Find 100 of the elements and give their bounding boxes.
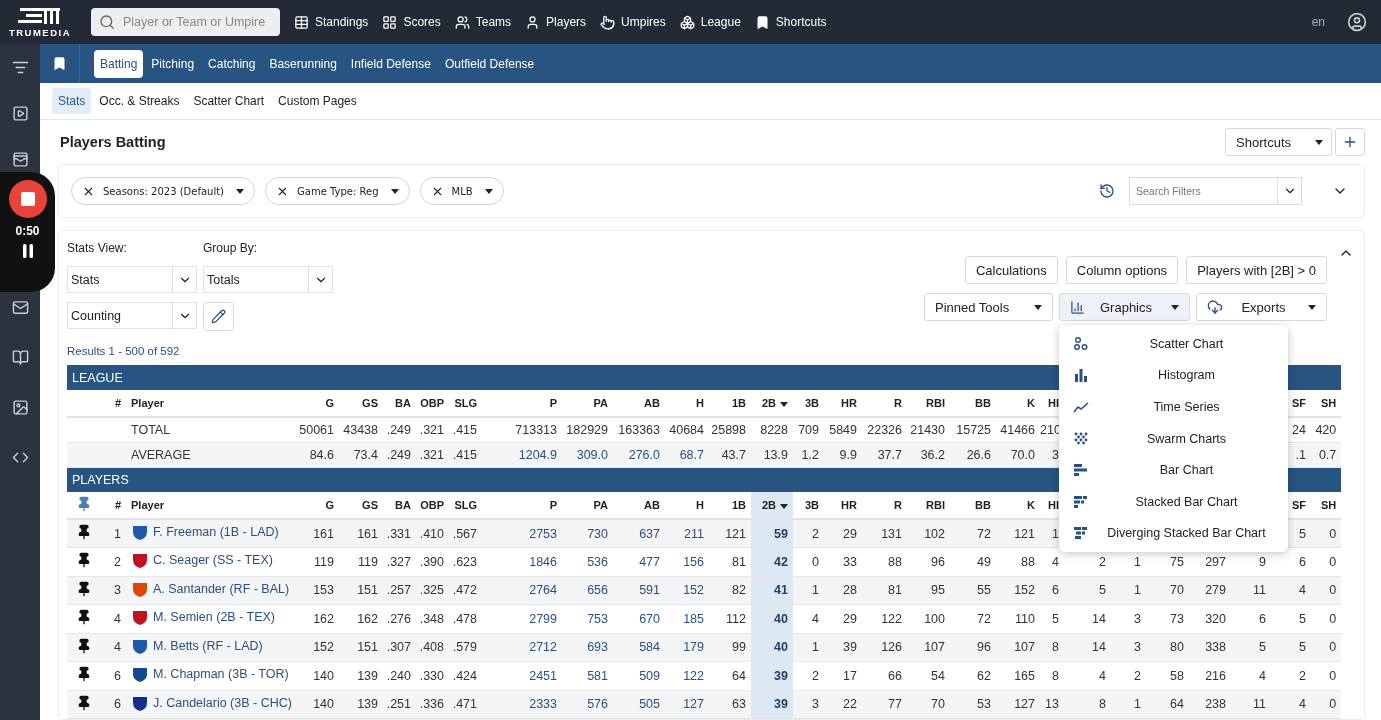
column-header[interactable]: G: [291, 390, 339, 417]
pin-icon[interactable]: [76, 609, 92, 626]
action-button[interactable]: Players with [2B] > 0: [1186, 256, 1327, 284]
filter-chip[interactable]: Game Type: Reg: [265, 177, 410, 205]
search-input[interactable]: Player or Team or Umpire: [121, 9, 272, 35]
tool-button[interactable]: Exports: [1196, 293, 1327, 321]
pause-icon[interactable]: [21, 244, 34, 258]
column-header[interactable]: R: [862, 492, 907, 519]
column-header[interactable]: AB: [613, 390, 665, 417]
pin-icon[interactable]: [76, 666, 92, 683]
column-header[interactable]: G: [291, 492, 339, 519]
player-link[interactable]: J. Candelario (3B - CHC): [131, 693, 292, 712]
add-button[interactable]: [1335, 128, 1365, 156]
sidebar-icon[interactable]: [11, 348, 29, 366]
pin-icon[interactable]: [76, 524, 92, 540]
column-header[interactable]: SH: [1311, 492, 1342, 519]
column-header[interactable]: K: [996, 492, 1040, 519]
pin-icon[interactable]: [76, 694, 92, 711]
language-label[interactable]: en: [1311, 15, 1325, 29]
column-header[interactable]: BB: [950, 390, 996, 417]
pin-icon[interactable]: [76, 637, 92, 654]
section-tab[interactable]: Baserunning: [263, 49, 343, 78]
nav-link[interactable]: Scores: [382, 14, 441, 30]
column-header[interactable]: 3B: [793, 390, 824, 417]
player-link[interactable]: F. Freeman (1B - LAD): [131, 523, 279, 541]
select-field[interactable]: Totals: [203, 266, 333, 293]
column-header[interactable]: AB: [613, 492, 665, 519]
player-link[interactable]: M. Chapman (3B - TOR): [131, 665, 289, 684]
search-field[interactable]: Player or Team or Umpire: [91, 8, 280, 36]
player-link[interactable]: A. Santander (RF - BAL): [131, 579, 290, 598]
pin-icon[interactable]: [76, 552, 92, 569]
shortcuts-button[interactable]: Shortcuts: [1225, 128, 1332, 156]
column-header[interactable]: GS: [339, 390, 383, 417]
table-cell: 2: [793, 519, 824, 548]
sidebar-icon[interactable]: [11, 398, 29, 416]
nav-link[interactable]: Shortcuts: [754, 14, 827, 30]
column-header[interactable]: P: [482, 390, 562, 417]
user-icon[interactable]: [1347, 12, 1367, 32]
column-header[interactable]: 1B: [709, 390, 751, 417]
filter-chip[interactable]: Seasons: 2023 (Default): [71, 177, 256, 205]
column-header[interactable]: 1B: [709, 492, 751, 519]
column-header[interactable]: BA: [383, 390, 416, 417]
column-header[interactable]: 3B: [793, 492, 824, 519]
sidebar-icon[interactable]: [11, 104, 29, 122]
column-header[interactable]: H: [665, 492, 709, 519]
sub-tab[interactable]: Scatter Chart: [187, 88, 271, 114]
section-tab[interactable]: Infield Defense: [344, 49, 437, 78]
section-tab[interactable]: Catching: [202, 49, 262, 78]
column-header[interactable]: HR: [824, 492, 862, 519]
action-button[interactable]: Column options: [1065, 256, 1179, 284]
nav-link[interactable]: Standings: [294, 14, 369, 30]
column-header[interactable]: PA: [562, 390, 613, 417]
select-field[interactable]: Stats: [67, 266, 197, 293]
column-header[interactable]: RBI: [907, 390, 950, 417]
nav-link[interactable]: Umpires: [600, 14, 666, 30]
player-link[interactable]: M. Betts (RF - LAD): [131, 636, 263, 655]
column-header[interactable]: K: [996, 390, 1040, 417]
column-header[interactable]: RBI: [907, 492, 950, 519]
column-header[interactable]: HR: [824, 390, 862, 417]
table-cell: 637: [613, 519, 665, 548]
column-header[interactable]: GS: [339, 492, 383, 519]
column-header[interactable]: BA: [383, 492, 416, 519]
edit-button[interactable]: [203, 302, 234, 331]
column-header[interactable]: OBP: [416, 390, 449, 417]
stop-button[interactable]: [8, 180, 47, 218]
sub-tab[interactable]: Stats: [52, 88, 92, 114]
action-button[interactable]: Calculations: [964, 256, 1058, 284]
filter-chip[interactable]: MLB: [419, 177, 504, 205]
sidebar-icon[interactable]: [11, 150, 29, 168]
section-tab[interactable]: Pitching: [145, 49, 201, 78]
section-tab[interactable]: Batting: [94, 49, 144, 78]
bookmark-icon[interactable]: [52, 56, 67, 71]
filter-search-field[interactable]: Search Filters: [1129, 177, 1302, 205]
menu-item[interactable]: Scatter Chart: [1059, 328, 1288, 360]
column-header[interactable]: SLG: [449, 492, 482, 519]
column-header[interactable]: 2B: [751, 390, 793, 417]
sidebar-icon[interactable]: [11, 298, 29, 316]
column-header[interactable]: OBP: [416, 492, 449, 519]
sub-tab[interactable]: Custom Pages: [272, 88, 363, 114]
reset-icon[interactable]: [1099, 183, 1115, 199]
column-header[interactable]: P: [482, 492, 562, 519]
select-field[interactable]: Counting: [67, 302, 197, 329]
column-header[interactable]: SLG: [449, 390, 482, 417]
sub-tab[interactable]: Occ. & Streaks: [93, 88, 186, 114]
column-header[interactable]: SH: [1311, 390, 1342, 417]
column-header[interactable]: BB: [950, 492, 996, 519]
column-header[interactable]: R: [862, 390, 907, 417]
section-tab[interactable]: Outfield Defense: [438, 49, 541, 78]
tool-button[interactable]: Graphics: [1059, 293, 1190, 321]
pin-icon[interactable]: [76, 580, 92, 597]
tool-button[interactable]: Pinned Tools: [924, 293, 1053, 321]
nav-link[interactable]: Teams: [454, 14, 512, 30]
nav-link[interactable]: Players: [525, 14, 587, 30]
column-header[interactable]: PA: [562, 492, 613, 519]
column-header[interactable]: 2B: [751, 492, 793, 519]
table-cell: 1: [1111, 576, 1146, 605]
player-link[interactable]: M. Semien (2B - TEX): [131, 608, 276, 627]
column-header[interactable]: H: [665, 390, 709, 417]
nav-link[interactable]: League: [679, 14, 741, 30]
player-link[interactable]: C. Seager (SS - TEX): [131, 551, 273, 570]
